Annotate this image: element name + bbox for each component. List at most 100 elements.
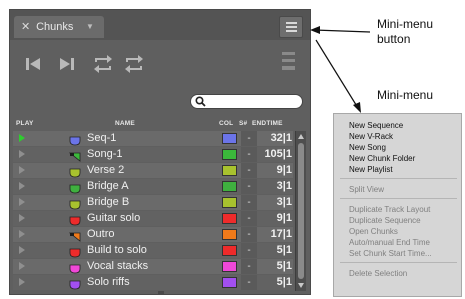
menu-item-set-chunk-start-time[interactable]: Set Chunk Start Time...	[349, 249, 432, 258]
play-icon[interactable]	[19, 246, 25, 254]
scrollbar[interactable]	[295, 131, 306, 291]
play-icon[interactable]	[19, 230, 25, 238]
chunk-sequence-number: -	[241, 179, 257, 194]
scroll-thumb[interactable]	[298, 143, 304, 279]
chunk-endtime[interactable]: 3|1	[259, 195, 293, 210]
play-icon[interactable]	[19, 182, 25, 190]
play-icon[interactable]	[19, 278, 25, 286]
play-icon[interactable]	[19, 198, 25, 206]
chunk-name[interactable]: Song-1	[87, 147, 122, 162]
menu-item-duplicate-sequence[interactable]: Duplicate Sequence	[349, 216, 421, 225]
column-header-sequence-number[interactable]: S#	[239, 120, 247, 130]
scroll-down-arrow[interactable]	[298, 283, 304, 288]
loop-icon[interactable]	[123, 54, 145, 74]
skip-forward-icon[interactable]	[58, 56, 76, 72]
search-field[interactable]	[190, 94, 303, 109]
play-icon[interactable]	[19, 150, 25, 158]
chunk-sequence-number: -	[241, 275, 257, 290]
chunk-color-swatch[interactable]	[222, 213, 237, 224]
table-row[interactable]: Bridge A -3|1	[13, 179, 293, 194]
search-icon	[195, 96, 206, 107]
menu-item-open-chunks[interactable]: Open Chunks	[349, 227, 398, 236]
chunk-endtime[interactable]: 105|1	[259, 147, 293, 162]
chunk-endtime[interactable]: 9|1	[259, 211, 293, 226]
menu-item-new-playlist[interactable]: New Playlist	[349, 165, 393, 174]
arrowhead-icon	[353, 102, 361, 113]
tab-chunks[interactable]: ✕ Chunks ▼	[14, 16, 104, 38]
table-row[interactable]: Build to solo -5|1	[13, 243, 293, 258]
scroll-up-arrow[interactable]	[298, 134, 304, 139]
close-icon[interactable]: ✕	[21, 16, 31, 38]
chunk-color-swatch[interactable]	[222, 277, 237, 288]
chunk-name[interactable]: Outro	[87, 227, 115, 242]
menu-item-split-view[interactable]: Split View	[349, 185, 384, 194]
chunk-sequence-number: -	[241, 195, 257, 210]
menu-separator	[340, 198, 457, 199]
table-row[interactable]: Outro -17|1	[13, 227, 293, 242]
chunk-sequence-number: -	[241, 227, 257, 242]
chunk-name[interactable]: Seq-1	[87, 131, 116, 146]
table-row[interactable]: Verse 2 -9|1	[13, 163, 293, 178]
menu-item-auto-manual-end-time[interactable]: Auto/manual End Time	[349, 238, 430, 247]
menu-item-new-sequence[interactable]: New Sequence	[349, 121, 403, 130]
chunk-color-swatch[interactable]	[222, 261, 237, 272]
arrow-to-mini-menu	[315, 39, 359, 109]
sequence-chunk-icon	[69, 133, 81, 146]
chunk-endtime[interactable]: 5|1	[259, 259, 293, 274]
column-header-color[interactable]: COL	[219, 120, 233, 130]
chunk-color-swatch[interactable]	[222, 165, 237, 176]
chunk-color-swatch[interactable]	[222, 149, 237, 160]
chunk-name[interactable]: Solo riffs	[87, 275, 130, 290]
chunk-endtime[interactable]: 5|1	[259, 275, 293, 290]
table-row[interactable]: Vocal stacks -5|1	[13, 259, 293, 274]
menu-item-new-song[interactable]: New Song	[349, 143, 386, 152]
chunk-endtime[interactable]: 9|1	[259, 163, 293, 178]
chunk-endtime[interactable]: 3|1	[259, 179, 293, 194]
chunk-endtime[interactable]: 32|1	[259, 131, 293, 146]
menu-item-duplicate-track-layout[interactable]: Duplicate Track Layout	[349, 205, 430, 214]
play-icon[interactable]	[19, 166, 25, 174]
chunk-name[interactable]: Build to solo	[87, 243, 147, 258]
play-icon[interactable]	[19, 134, 25, 142]
table-row[interactable]: Seq-1 -32|1	[13, 131, 293, 146]
chunk-color-swatch[interactable]	[222, 229, 237, 240]
hamburger-icon-line	[286, 30, 297, 32]
column-header-play[interactable]: PLAY	[16, 120, 34, 130]
menu-item-delete-selection[interactable]: Delete Selection	[349, 269, 407, 278]
chunk-name[interactable]: Bridge B	[87, 195, 129, 210]
chunk-color-swatch[interactable]	[222, 197, 237, 208]
column-header-endtime[interactable]: ENDTIME	[252, 120, 283, 130]
arrowhead-icon	[310, 26, 320, 34]
chunk-name[interactable]: Verse 2	[87, 163, 124, 178]
chunk-color-swatch[interactable]	[222, 133, 237, 144]
mini-menu: New Sequence New V-Rack New Song New Chunk …	[333, 113, 462, 297]
table-row[interactable]: Solo riffs -5|1	[13, 275, 293, 290]
menu-item-new-v-rack[interactable]: New V-Rack	[349, 132, 393, 141]
table-row[interactable]: Bridge B -3|1	[13, 195, 293, 210]
search-input[interactable]	[209, 96, 297, 107]
hamburger-icon-line	[286, 26, 297, 28]
chunk-color-swatch[interactable]	[222, 181, 237, 192]
chunk-endtime[interactable]: 5|1	[259, 243, 293, 258]
chunk-sequence-number: -	[241, 243, 257, 258]
list-view-icon[interactable]	[282, 50, 296, 74]
play-icon[interactable]	[19, 214, 25, 222]
chevron-down-icon[interactable]: ▼	[86, 16, 94, 38]
table-row[interactable]: Guitar solo -9|1	[13, 211, 293, 226]
song-chunk-icon	[68, 149, 81, 162]
tab-label: Chunks	[36, 21, 74, 33]
resize-handle[interactable]	[158, 291, 164, 294]
chunk-name[interactable]: Vocal stacks	[87, 259, 148, 274]
chunk-name[interactable]: Bridge A	[87, 179, 129, 194]
chunk-color-swatch[interactable]	[222, 245, 237, 256]
loop-icon[interactable]	[92, 54, 114, 74]
chunk-endtime[interactable]: 17|1	[259, 227, 293, 242]
table-row[interactable]: Song-1 -105|1	[13, 147, 293, 162]
skip-back-icon[interactable]	[24, 56, 42, 72]
play-icon[interactable]	[19, 262, 25, 270]
vrack-chunk-icon	[69, 261, 81, 274]
chunk-name[interactable]: Guitar solo	[87, 211, 140, 226]
column-header-name[interactable]: NAME	[115, 120, 135, 130]
callout-menu-button: Mini-menu button	[377, 17, 433, 47]
menu-item-new-chunk-folder[interactable]: New Chunk Folder	[349, 154, 415, 163]
